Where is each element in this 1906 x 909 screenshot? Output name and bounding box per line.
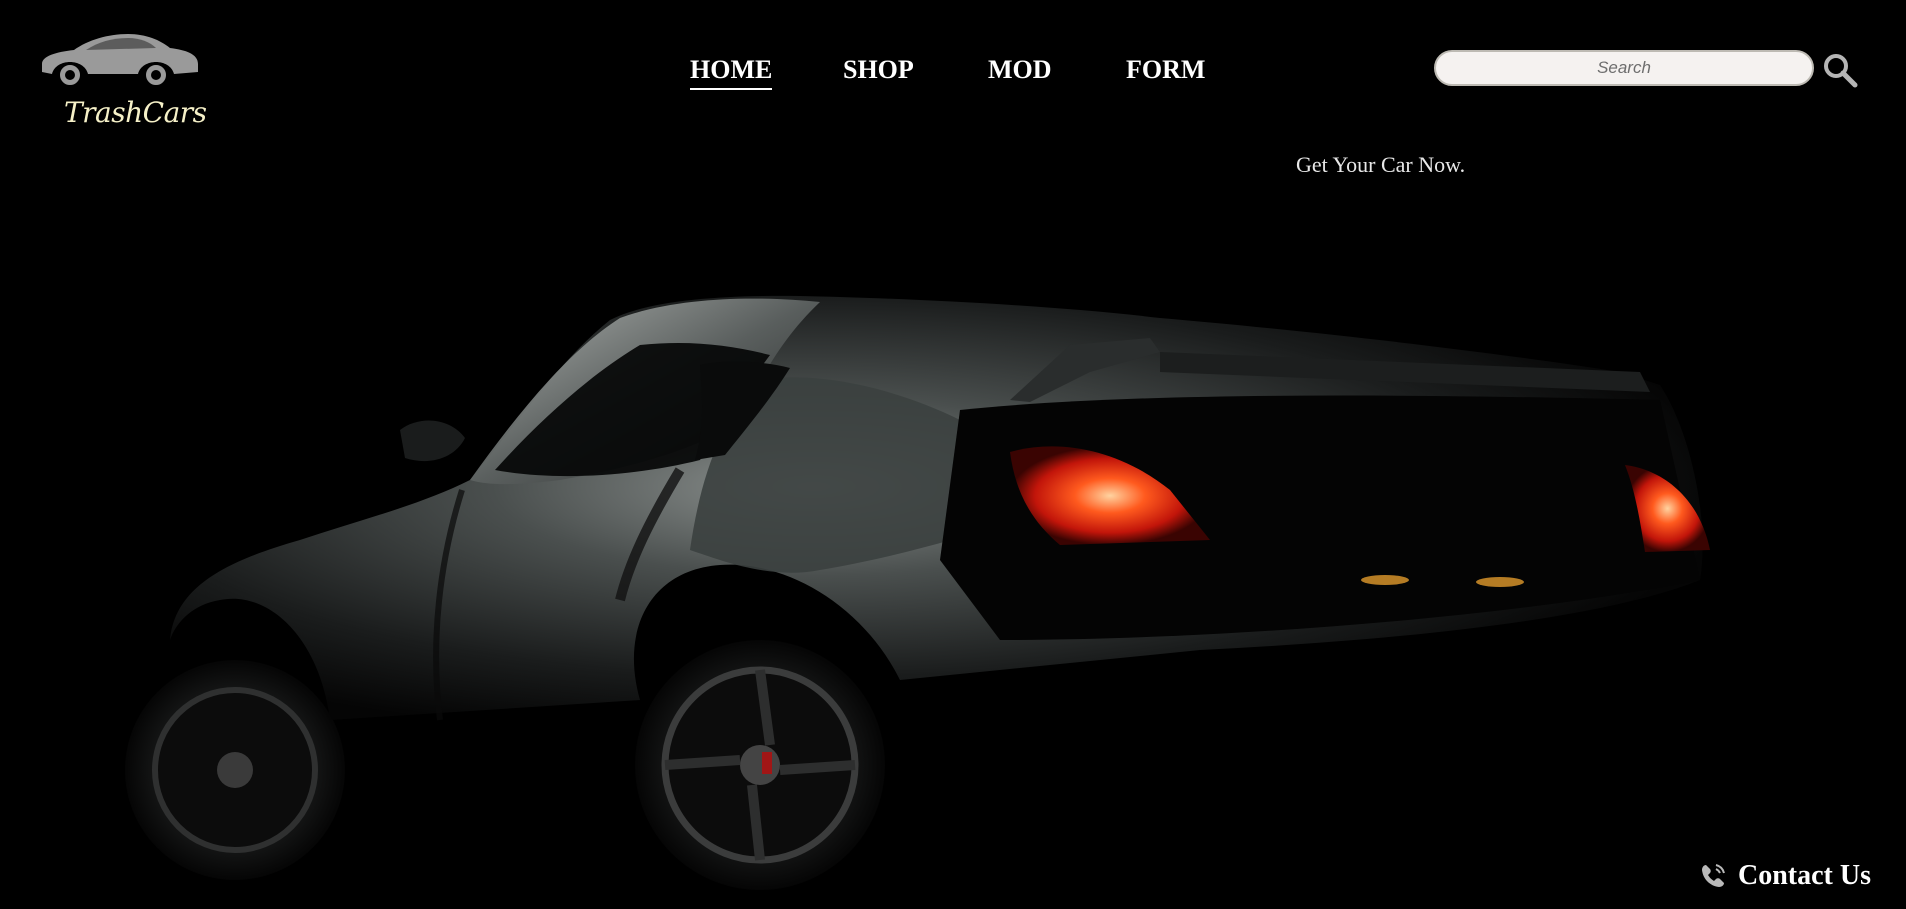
page: TrashCars HOME SHOP MOD FORM Get Your Ca… — [0, 0, 1906, 909]
hero-car-image — [125, 295, 1710, 890]
brand-name: TrashCars — [64, 96, 207, 129]
contact-us-button[interactable]: Contact Us — [1698, 858, 1871, 894]
nav-item-mod[interactable]: MOD — [988, 54, 1052, 86]
contact-us-label: Contact Us — [1738, 860, 1871, 891]
car-silhouette-icon — [42, 34, 198, 87]
nav-item-form[interactable]: FORM — [1126, 54, 1205, 86]
brand-logo[interactable]: TrashCars — [36, 30, 207, 140]
search-bar — [1434, 50, 1816, 88]
search-input[interactable] — [1434, 50, 1814, 86]
nav-item-home[interactable]: HOME — [690, 54, 773, 90]
phone-icon — [1702, 864, 1725, 887]
nav-item-shop[interactable]: SHOP — [843, 54, 914, 86]
search-icon[interactable] — [1822, 52, 1858, 88]
hero-tagline: Get Your Car Now. — [1296, 152, 1466, 177]
